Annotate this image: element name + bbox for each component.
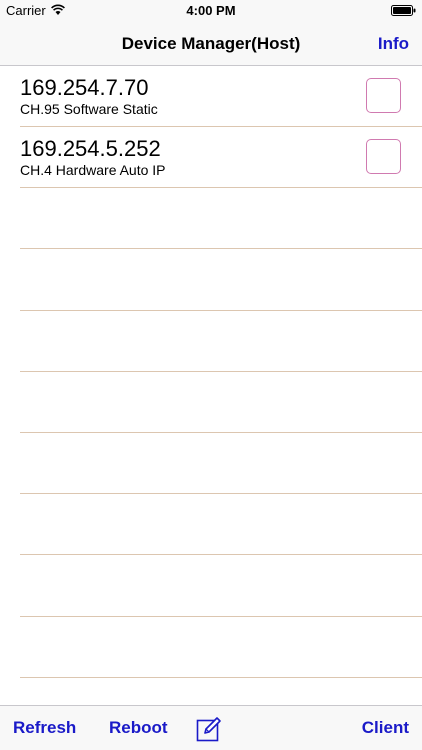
device-description: CH.4 Hardware Auto IP [20,162,166,179]
bottom-toolbar: Refresh Reboot Client [0,705,422,750]
row-separator [20,676,422,678]
status-time: 4:00 PM [186,3,236,18]
device-ip: 169.254.7.70 [20,75,149,100]
client-button[interactable]: Client [362,718,409,738]
empty-row [0,311,422,372]
empty-row [0,556,422,617]
empty-row [0,433,422,495]
empty-row [0,617,422,678]
device-ip: 169.254.5.252 [20,136,161,162]
device-description: CH.95 Software Static [20,101,158,117]
battery-icon [391,5,416,16]
empty-row [0,494,422,556]
page-title: Device Manager(Host) [121,34,301,53]
device-select-checkbox[interactable] [366,139,401,175]
empty-row [0,250,422,311]
device-row[interactable]: 169.254.5.252 CH.4 Hardware Auto IP [0,127,422,189]
compose-icon[interactable] [196,716,222,742]
info-button[interactable]: Info [378,34,409,54]
empty-row [0,188,422,250]
reboot-button[interactable]: Reboot [109,718,168,738]
device-row[interactable]: 169.254.7.70 CH.95 Software Static [0,66,422,127]
empty-row [0,372,422,433]
status-bar: Carrier 4:00 PM [0,0,422,22]
refresh-button[interactable]: Refresh [13,718,76,738]
navigation-bar: Device Manager(Host) Info [0,22,422,66]
device-select-checkbox[interactable] [366,78,401,113]
